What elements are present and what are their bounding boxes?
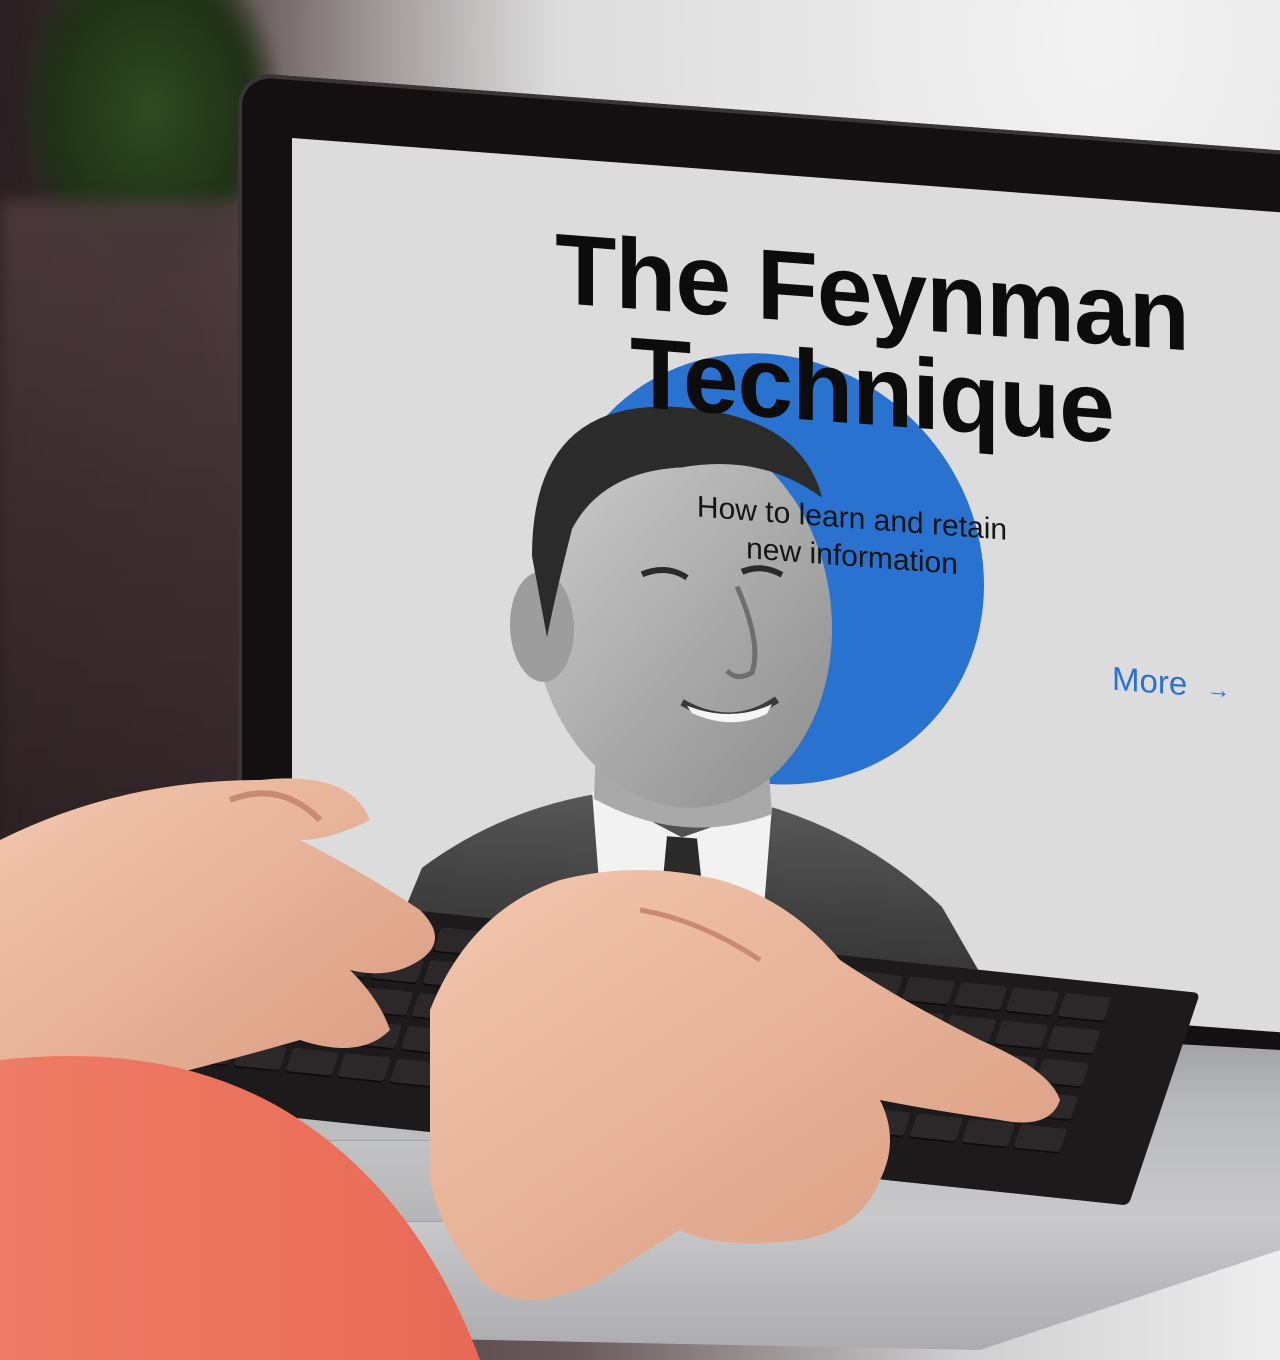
typing-hands — [0, 778, 1060, 1360]
arrow-right-icon: → — [1206, 675, 1231, 705]
more-link[interactable]: More → — [1112, 660, 1230, 707]
more-link-label: More — [1112, 659, 1188, 703]
photo-scene: The Feynman Technique How to learn and r… — [0, 0, 1280, 1360]
